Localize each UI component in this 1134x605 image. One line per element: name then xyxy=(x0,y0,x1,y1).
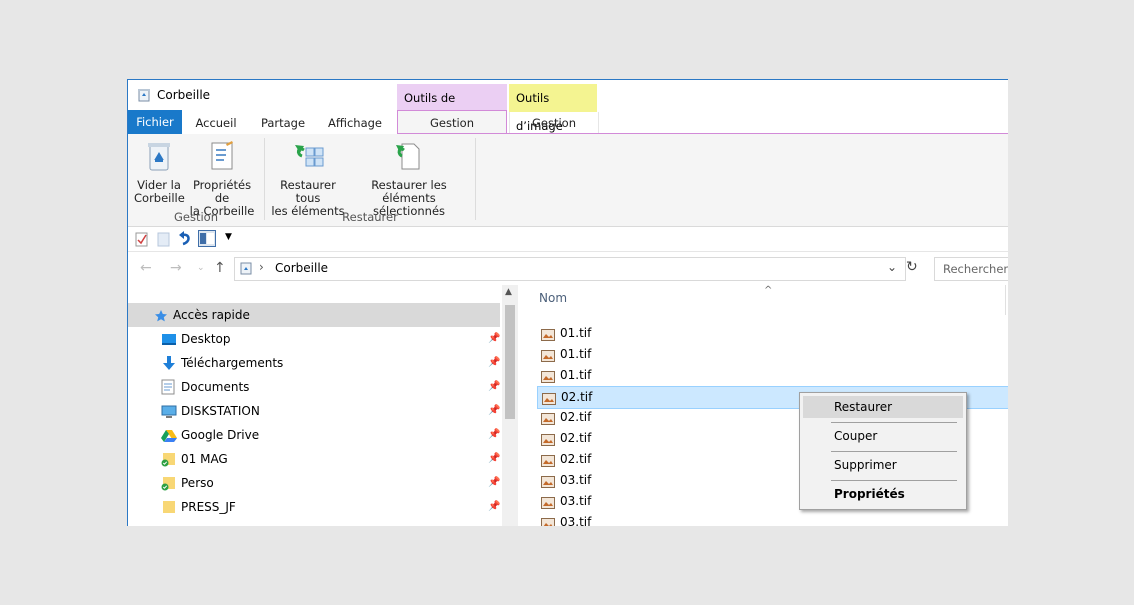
sort-ascending-icon: ^ xyxy=(764,285,773,296)
tab-view[interactable]: Affichage xyxy=(324,112,386,134)
pin-icon[interactable]: 📌 xyxy=(488,471,500,495)
file-row[interactable]: 01.tif xyxy=(537,365,1008,386)
recycle-bin-icon xyxy=(134,140,184,175)
address-dropdown-icon[interactable]: ⌄ xyxy=(887,260,897,274)
file-name: 03.tif xyxy=(560,494,592,508)
file-name: 02.tif xyxy=(561,390,593,404)
tab-manage-image[interactable]: Gestion xyxy=(509,112,599,134)
group-restore-label: Restaurer xyxy=(342,210,398,224)
forward-arrow-icon[interactable]: → xyxy=(170,260,182,276)
menu-separator xyxy=(831,480,957,481)
recycle-bin-icon xyxy=(137,88,151,105)
tab-home[interactable]: Accueil xyxy=(190,112,242,134)
window-title: Corbeille xyxy=(157,88,211,102)
file-row[interactable]: 03.tif xyxy=(537,512,1008,526)
pin-icon[interactable]: 📌 xyxy=(488,375,500,399)
file-name: 02.tif xyxy=(560,431,592,445)
pin-icon[interactable]: 📌 xyxy=(488,399,500,423)
nav-item-press-jf[interactable]: PRESS_JF 📌 xyxy=(128,495,500,519)
address-row: ← → ⌄ ↑ › Corbeille ⌄ ↻ Rechercher dans … xyxy=(128,252,1008,284)
group-manage-label: Gestion xyxy=(173,210,218,224)
recent-dropdown-icon[interactable]: ⌄ xyxy=(197,263,205,273)
nav-item-google-drive[interactable]: Google Drive 📌 xyxy=(128,423,500,447)
menu-item-properties[interactable]: Propriétés xyxy=(803,483,963,505)
nav-item-quick-access[interactable]: Accès rapide xyxy=(128,303,500,327)
pin-icon[interactable]: 📌 xyxy=(488,495,500,519)
nav-scrollbar[interactable]: ▲ xyxy=(502,285,518,526)
quick-access-toolbar: ▼ xyxy=(128,227,1008,252)
tab-share[interactable]: Partage xyxy=(256,112,310,134)
nav-item-01-mag[interactable]: 01 MAG 📌 xyxy=(128,447,500,471)
ribbon-separator xyxy=(264,138,265,220)
scrollbar-thumb[interactable] xyxy=(505,305,515,419)
context-tab-image-tools: Outils d’image xyxy=(509,84,597,133)
file-name: 02.tif xyxy=(560,410,592,424)
breadcrumb-chevron-icon: › xyxy=(259,260,264,274)
file-row[interactable]: 01.tif xyxy=(537,323,1008,344)
breadcrumb-location[interactable]: Corbeille xyxy=(275,261,328,275)
file-name: 01.tif xyxy=(560,326,592,340)
tab-manage-recycle[interactable]: Gestion xyxy=(397,110,507,135)
file-name: 01.tif xyxy=(560,368,592,382)
nav-item-perso[interactable]: Perso 📌 xyxy=(128,471,500,495)
menu-separator xyxy=(831,422,957,423)
menu-item-delete[interactable]: Supprimer xyxy=(803,454,963,476)
file-name: 02.tif xyxy=(560,452,592,466)
restore-all-button[interactable]: Restaurer tous les éléments xyxy=(269,140,347,218)
menu-item-restore[interactable]: Restaurer xyxy=(803,396,963,418)
address-bar[interactable]: › Corbeille ⌄ xyxy=(234,257,906,281)
pin-icon[interactable]: 📌 xyxy=(488,327,500,351)
nav-item-downloads[interactable]: Téléchargements 📌 xyxy=(128,351,500,375)
file-name: 01.tif xyxy=(560,347,592,361)
back-arrow-icon[interactable]: ← xyxy=(140,260,152,276)
pin-icon[interactable]: 📌 xyxy=(488,423,500,447)
restore-selected-button[interactable]: Restaurer les éléments sélectionnés xyxy=(350,140,468,218)
bin-properties-button[interactable]: Propriétés de la Corbeille xyxy=(186,140,258,218)
up-arrow-icon[interactable]: ↑ xyxy=(214,260,226,276)
file-name: 03.tif xyxy=(560,473,592,487)
tab-file[interactable]: Fichier xyxy=(128,110,182,134)
nav-item-documents[interactable]: Documents 📌 xyxy=(128,375,500,399)
ribbon: Vider la Corbeille Propriétés de la Corb… xyxy=(128,134,1008,227)
recycle-bin-icon xyxy=(239,261,253,278)
column-header-name[interactable]: Nom xyxy=(539,291,567,305)
column-divider[interactable] xyxy=(1005,285,1006,315)
empty-bin-label: Vider la Corbeille xyxy=(134,178,185,205)
context-menu: Restaurer Couper Supprimer Propriétés xyxy=(799,392,967,510)
ribbon-tabs: Fichier Accueil Partage Affichage Gestio… xyxy=(128,110,1008,135)
restore-selected-icon xyxy=(350,140,468,175)
nav-item-desktop[interactable]: Desktop 📌 xyxy=(128,327,500,351)
file-name: 03.tif xyxy=(560,515,592,526)
menu-separator xyxy=(831,451,957,452)
pin-icon[interactable]: 📌 xyxy=(488,447,500,471)
properties-check-icon[interactable] xyxy=(135,231,149,250)
pin-icon[interactable]: 📌 xyxy=(488,351,500,375)
undo-icon[interactable] xyxy=(178,230,192,249)
properties-icon xyxy=(186,140,258,175)
scroll-up-icon[interactable]: ▲ xyxy=(505,287,512,297)
folder-icon xyxy=(161,499,177,523)
search-input[interactable]: Rechercher dans : Corbeille xyxy=(934,257,1008,281)
restore-all-icon xyxy=(269,140,347,175)
file-row[interactable]: 01.tif xyxy=(537,344,1008,365)
ribbon-separator xyxy=(475,138,476,220)
empty-bin-button[interactable]: Vider la Corbeille xyxy=(134,140,185,205)
tif-image-icon xyxy=(541,516,555,526)
navigation-pane: Accès rapide Desktop 📌 Téléchargements 📌… xyxy=(128,285,520,526)
new-folder-icon[interactable] xyxy=(157,231,171,250)
panel-toggle-icon[interactable] xyxy=(198,230,216,250)
menu-item-cut[interactable]: Couper xyxy=(803,425,963,447)
customize-dropdown-icon[interactable]: ▼ xyxy=(225,232,232,242)
nav-item-diskstation[interactable]: DISKSTATION 📌 xyxy=(128,399,500,423)
context-tab-recycle-tools: Outils de Corbeille xyxy=(397,84,507,133)
refresh-icon[interactable]: ↻ xyxy=(906,259,918,275)
